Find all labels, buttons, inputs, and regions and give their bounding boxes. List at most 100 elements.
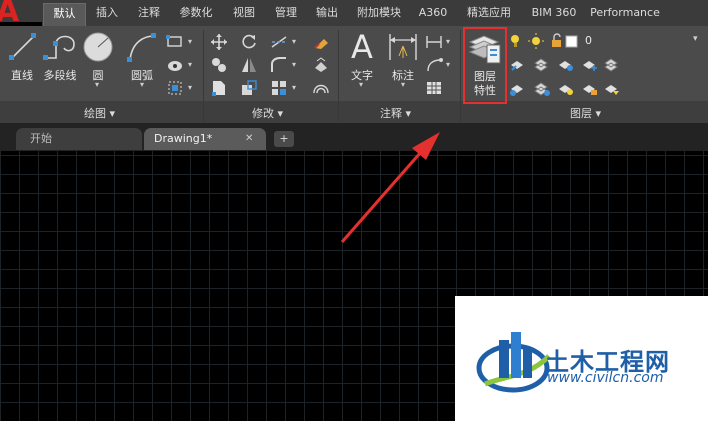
linear-dimension-button[interactable] <box>425 33 443 51</box>
panel-separator <box>203 30 204 122</box>
ribbon-tab-insert[interactable]: 插入 <box>92 4 122 22</box>
array-icon <box>272 81 286 95</box>
trim-tool-button[interactable] <box>270 33 288 51</box>
array-tool-button[interactable] <box>270 79 288 97</box>
drawing1-tab-label: Drawing1* <box>154 132 213 145</box>
layer-properties-button[interactable]: 图层 特性 <box>463 27 507 104</box>
ribbon-tab-manage[interactable]: 管理 <box>271 4 301 22</box>
watermark-logo-icon <box>476 332 551 393</box>
annotation-arrow-icon <box>340 132 440 243</box>
rotate-icon <box>242 34 256 49</box>
autocad-logo-icon: A <box>0 0 20 22</box>
rectangle-tool-button[interactable] <box>166 33 184 51</box>
chevron-down-icon[interactable]: ▾ <box>95 80 99 89</box>
layer-tools-row-2 <box>509 79 619 99</box>
text-icon: A <box>351 28 373 66</box>
chevron-down-icon[interactable]: ▾ <box>401 80 405 89</box>
scale-icon <box>242 80 257 95</box>
current-layer-name: 0 <box>585 34 592 47</box>
layer-state-icons <box>511 33 578 49</box>
chevron-down-icon[interactable]: ▾ <box>446 60 450 69</box>
scale-tool-button[interactable] <box>240 79 258 97</box>
circle-button[interactable]: 圆 <box>82 30 114 84</box>
layer-tool-icon <box>511 61 523 71</box>
modify-panel-title[interactable]: 修改 ▾ <box>252 105 283 121</box>
erase-icon <box>314 39 328 49</box>
ribbon-tab-featured-apps[interactable]: 精选应用 <box>464 4 514 22</box>
copy-icon <box>212 58 226 72</box>
leader-button[interactable] <box>425 56 443 74</box>
application-menu-button[interactable]: A <box>0 0 42 22</box>
chevron-down-icon[interactable]: ▾ <box>188 83 192 92</box>
polyline-icon <box>43 35 75 60</box>
chevron-down-icon[interactable]: ▾ <box>188 37 192 46</box>
start-tab-label: 开始 <box>30 132 52 145</box>
hatch-tool-button[interactable] <box>166 56 184 74</box>
mirror-icon <box>242 58 256 72</box>
fillet-tool-button[interactable] <box>270 56 288 74</box>
chevron-down-icon[interactable]: ▾ <box>446 37 450 46</box>
ribbon-tab-parametric[interactable]: 参数化 <box>176 4 216 22</box>
text-button[interactable]: A 文字 <box>344 28 380 84</box>
dimension-button[interactable]: 标注 <box>386 30 420 84</box>
close-icon[interactable]: ✕ <box>245 128 253 150</box>
chevron-down-icon[interactable]: ▾ <box>359 80 363 89</box>
fillet-icon <box>271 57 286 72</box>
line-button[interactable]: 直线 <box>4 30 40 84</box>
ribbon-tab-output[interactable]: 输出 <box>312 4 342 22</box>
chevron-down-icon[interactable]: ▾ <box>140 80 144 89</box>
chevron-down-icon[interactable]: ▾ <box>188 60 192 69</box>
layer-dropdown[interactable]: 0 ▾ <box>509 31 705 51</box>
linear-dimension-icon <box>426 36 442 48</box>
layers-panel-title[interactable]: 图层 ▾ <box>570 105 601 121</box>
annotation-panel-title[interactable]: 注释 ▾ <box>380 105 411 121</box>
watermark: 土木工程网 www.civilcn.com <box>455 296 708 421</box>
layer-tool-icons-row2 <box>510 82 619 96</box>
ribbon-tab-bar: 默认 插入 注释 参数化 视图 管理 输出 附加模块 A360 精选应用 BIM… <box>42 0 708 26</box>
line-icon <box>9 33 36 60</box>
new-tab-button[interactable]: + <box>274 131 294 147</box>
ribbon-tab-view[interactable]: 视图 <box>229 4 259 22</box>
ribbon-tab-annotate[interactable]: 注释 <box>134 4 164 22</box>
ribbon-tab-performance[interactable]: Performance <box>590 4 660 22</box>
panel-separator <box>338 30 339 122</box>
offset-tool-button[interactable] <box>312 79 330 97</box>
table-button[interactable] <box>425 79 443 97</box>
draw-panel-title[interactable]: 绘图 ▾ <box>84 105 115 121</box>
layer-tools-row-1 <box>509 55 619 75</box>
explode-tool-button[interactable] <box>312 56 330 74</box>
copy-tool-button[interactable] <box>210 56 228 74</box>
polyline-label: 多段线 <box>43 69 77 82</box>
rotate-tool-button[interactable] <box>240 33 258 51</box>
chevron-down-icon[interactable]: ▾ <box>292 37 296 46</box>
ribbon-tab-bim360[interactable]: BIM 360 <box>529 4 579 22</box>
boundary-icon <box>168 81 182 95</box>
ribbon-tab-a360[interactable]: A360 <box>417 4 449 22</box>
start-tab[interactable]: 开始 <box>16 128 142 150</box>
mirror-tool-button[interactable] <box>240 56 258 74</box>
stretch-tool-button[interactable] <box>210 79 228 97</box>
boundary-tool-button[interactable] <box>166 79 184 97</box>
leader-icon <box>427 58 443 72</box>
move-icon <box>211 34 227 50</box>
plus-icon: + <box>279 132 289 145</box>
erase-tool-button[interactable] <box>312 33 330 51</box>
layer-tool-icons-row1 <box>511 58 618 72</box>
chevron-down-icon[interactable]: ▾ <box>292 83 296 92</box>
stretch-icon <box>212 81 225 96</box>
table-icon <box>427 82 441 94</box>
rectangle-icon <box>166 35 182 47</box>
ribbon-tab-default[interactable]: 默认 <box>43 3 86 26</box>
hatch-icon <box>168 61 182 71</box>
drawing1-tab[interactable]: Drawing1* ✕ <box>144 128 266 150</box>
chevron-down-icon[interactable]: ▾ <box>292 60 296 69</box>
arc-button[interactable]: 圆弧 <box>124 30 160 84</box>
trim-icon <box>271 36 287 48</box>
ribbon-tab-addins[interactable]: 附加模块 <box>354 4 404 22</box>
layer-properties-label-line2: 特性 <box>474 84 496 97</box>
polyline-button[interactable]: 多段线 <box>40 30 80 84</box>
chevron-down-icon[interactable]: ▾ <box>693 34 698 44</box>
dimension-icon <box>389 34 417 60</box>
offset-icon <box>313 84 329 94</box>
move-tool-button[interactable] <box>210 33 228 51</box>
